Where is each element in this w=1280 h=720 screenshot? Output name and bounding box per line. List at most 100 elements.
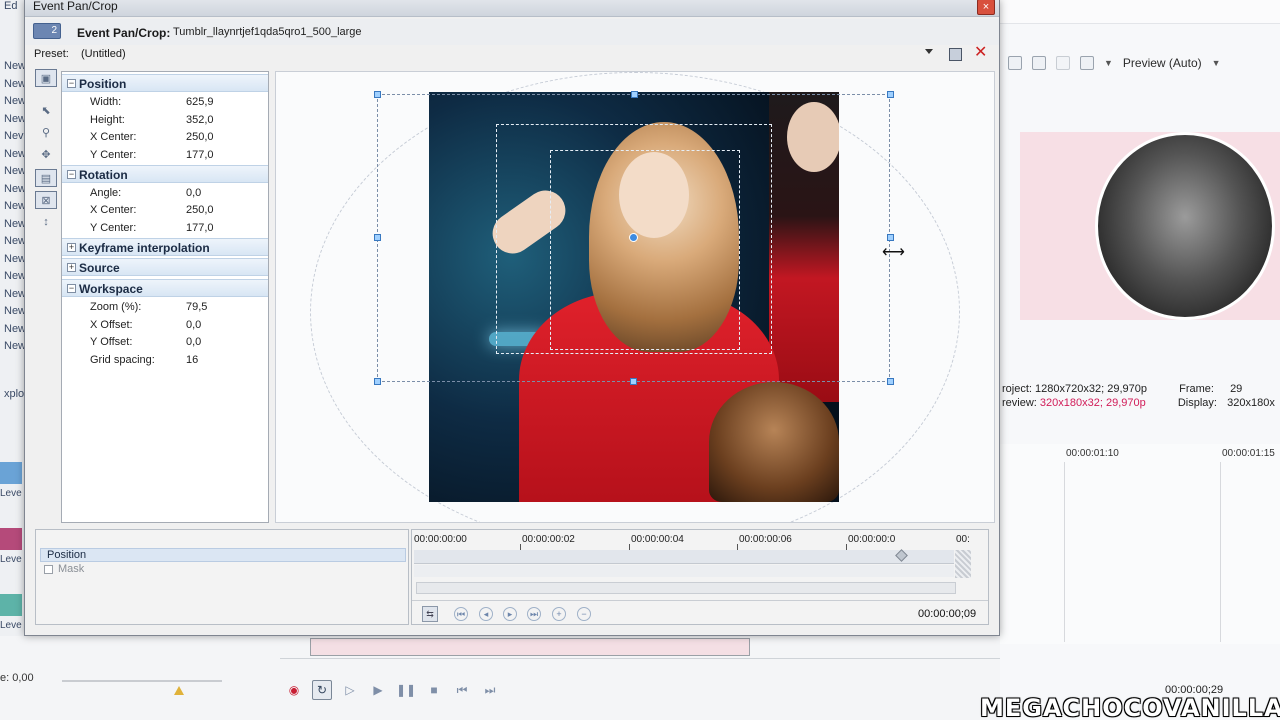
track-position[interactable]: Position [40,548,406,562]
crop-handle-top[interactable] [631,91,638,98]
first-keyframe-button[interactable]: ⏮ [454,607,468,621]
save-preset-icon[interactable] [949,48,962,61]
rate-slider-track[interactable] [62,680,222,682]
play-button[interactable]: ▶ [368,680,388,700]
previous-keyframe-button[interactable]: ◂ [479,607,493,621]
explorer-tab[interactable]: xplo [4,388,24,400]
property-value[interactable]: 0,0 [186,336,201,348]
property-row-rot-y-center[interactable]: Y Center: 177,0 [62,220,268,237]
expand-icon[interactable]: + [67,243,76,252]
crop-center-handle[interactable] [629,233,638,242]
timeline-scrollbar[interactable] [416,582,956,594]
play-from-start-button[interactable]: ▷ [340,680,360,700]
property-value[interactable]: 177,0 [186,222,214,234]
explorer-item[interactable]: New [4,253,26,265]
property-row-height[interactable]: Height: 352,0 [62,112,268,129]
explorer-item[interactable]: New [4,78,26,90]
select-tool-icon[interactable]: ⬉ [35,101,57,119]
explorer-item[interactable]: New [4,60,26,72]
stop-button[interactable]: ■ [424,680,444,700]
section-rotation[interactable]: − Rotation [62,165,268,183]
zoom-tool-icon[interactable]: ⚲ [35,123,57,141]
explorer-item[interactable]: New [4,270,26,282]
explorer-item[interactable]: Ed [4,0,17,12]
property-value[interactable]: 0,0 [186,187,201,199]
explorer-item[interactable]: New [4,95,26,107]
explorer-item[interactable]: New [4,323,26,335]
property-row-angle[interactable]: Angle: 0,0 [62,185,268,202]
property-value[interactable]: 625,9 [186,96,214,108]
go-to-start-button[interactable]: ⏮ [452,680,472,700]
property-value[interactable]: 0,0 [186,319,201,331]
collapse-icon[interactable]: − [67,170,76,179]
preview-quality-select[interactable]: Preview (Auto) [1123,56,1202,70]
delete-keyframe-button[interactable]: − [577,607,591,621]
explorer-item[interactable]: New [4,288,26,300]
property-row-x-center[interactable]: X Center: 250,0 [62,129,268,146]
explorer-item[interactable]: New [4,165,26,177]
lock-aspect-icon[interactable]: ▤ [35,169,57,187]
sync-cursor-icon[interactable]: ⇆ [422,606,438,622]
property-row-y-offset[interactable]: Y Offset: 0,0 [62,334,268,351]
pan-crop-workspace[interactable]: ⟷ [275,71,995,523]
last-keyframe-button[interactable]: ⏭ [527,607,541,621]
property-row-x-offset[interactable]: X Offset: 0,0 [62,317,268,334]
scale-about-center-icon[interactable]: ⊠ [35,191,57,209]
explorer-item[interactable]: New [4,305,26,317]
crop-handle-bottom-right[interactable] [887,378,894,385]
crop-handle-top-right[interactable] [887,91,894,98]
property-row-rot-x-center[interactable]: X Center: 250,0 [62,202,268,219]
section-source[interactable]: + Source [62,258,268,276]
mask-keyframe-track[interactable] [414,565,954,577]
explorer-item[interactable]: New [4,113,26,125]
cursor-icon[interactable] [1008,56,1022,70]
crop-handle-right[interactable] [887,234,894,241]
go-to-end-button[interactable]: ⏭ [480,680,500,700]
property-value[interactable]: 16 [186,354,198,366]
expand-icon[interactable]: + [67,263,76,272]
rate-slider-thumb[interactable] [174,686,184,695]
crop-handle-left[interactable] [374,234,381,241]
pause-button[interactable]: ❚❚ [396,680,416,700]
add-keyframe-button[interactable]: + [552,607,566,621]
explorer-item[interactable]: New [4,235,26,247]
record-button[interactable]: ◉ [284,680,304,700]
normal-edit-tool-icon[interactable]: ▣ [35,69,57,87]
explorer-item[interactable]: New [4,148,26,160]
section-position[interactable]: − Position [62,74,268,92]
property-row-zoom[interactable]: Zoom (%): 79,5 [62,299,268,316]
crop-handle-bottom[interactable] [630,378,637,385]
keyframe-timeline[interactable]: 00:00:00:00 00:00:00:02 00:00:00:04 00:0… [411,529,989,625]
next-keyframe-button[interactable]: ▸ [503,607,517,621]
property-value[interactable]: 250,0 [186,204,214,216]
crop-handle-bottom-left[interactable] [374,378,381,385]
video-event-clip[interactable] [310,638,750,656]
move-vertical-icon[interactable]: ↕ [35,213,57,231]
dropdown-arrow-icon[interactable]: ▼ [1104,58,1113,68]
monitor-icon[interactable] [1032,56,1046,70]
fx-icon[interactable] [1080,56,1094,70]
collapse-icon[interactable]: − [67,79,76,88]
crop-handle-top-left[interactable] [374,91,381,98]
section-keyframe-interpolation[interactable]: + Keyframe interpolation [62,238,268,256]
explorer-item[interactable]: New [4,340,26,352]
mask-checkbox[interactable] [44,565,53,574]
property-value[interactable]: 250,0 [186,131,214,143]
property-value[interactable]: 352,0 [186,114,214,126]
section-workspace[interactable]: − Workspace [62,279,268,297]
dropdown-arrow-icon[interactable]: ▼ [1212,58,1221,68]
explorer-item[interactable]: New [4,200,26,212]
explorer-item[interactable]: New [4,183,26,195]
loop-button[interactable]: ↻ [312,680,332,700]
explorer-item[interactable]: New [4,218,26,230]
delete-preset-icon[interactable]: ✕ [974,45,987,61]
property-value[interactable]: 177,0 [186,149,214,161]
split-icon[interactable] [1056,56,1070,70]
property-row-grid-spacing[interactable]: Grid spacing: 16 [62,352,268,369]
dialog-titlebar[interactable]: Event Pan/Crop × [25,0,999,17]
track-mask[interactable]: Mask [40,563,406,577]
preset-select[interactable]: (Untitled) [81,48,126,60]
position-keyframe-track[interactable] [414,550,954,564]
move-tool-icon[interactable]: ✥ [35,145,57,163]
property-row-y-center[interactable]: Y Center: 177,0 [62,147,268,164]
